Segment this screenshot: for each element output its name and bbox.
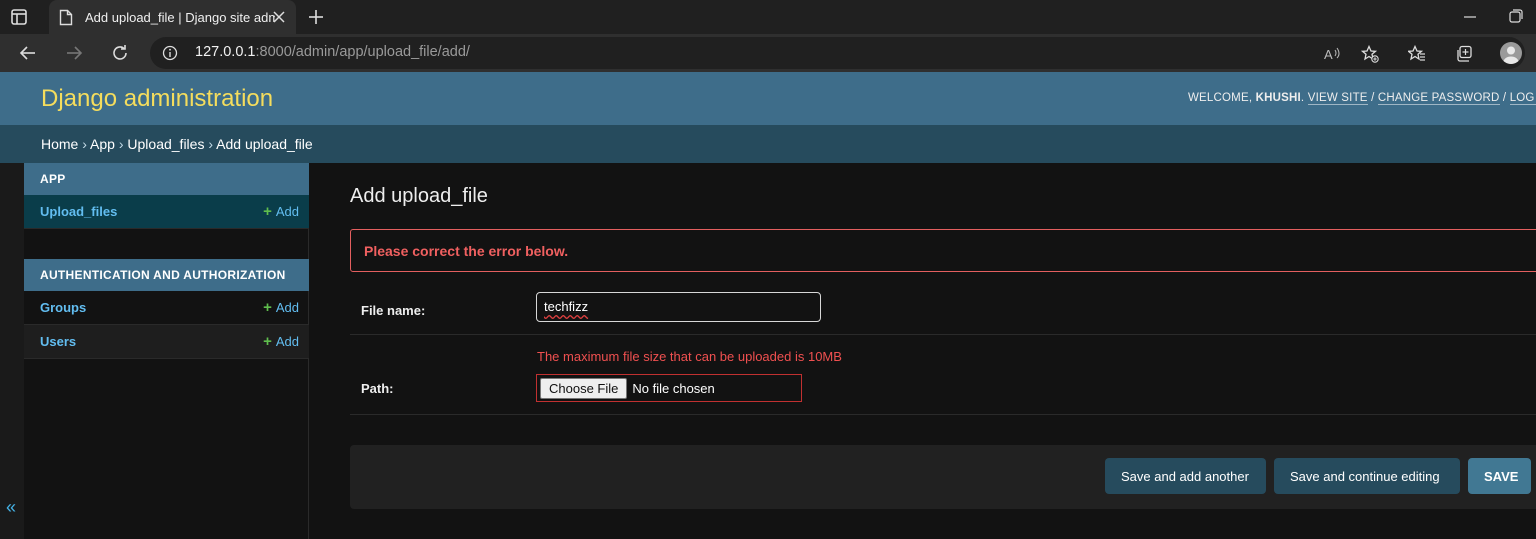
error-note: Please correct the error below. — [350, 229, 1536, 272]
add-plus-icon: + — [263, 203, 272, 220]
view-site-link[interactable]: VIEW SITE — [1307, 92, 1368, 105]
module-app: APP Upload_files + Add — [24, 163, 309, 229]
info-icon[interactable] — [162, 45, 178, 61]
save-and-add-another-button[interactable]: Save and add another — [1105, 458, 1266, 494]
tab-title: Add upload_file | Django site admin — [85, 9, 275, 25]
sidebar-toggle[interactable]: « — [0, 163, 24, 539]
minimize-icon[interactable] — [1463, 10, 1477, 24]
form-row-file-name: File name: — [350, 272, 1536, 335]
model-link[interactable]: Users — [40, 334, 76, 349]
form-row-path: Path: — [350, 335, 1536, 415]
sidebar-item-users: Users + Add — [24, 325, 309, 359]
module-caption[interactable]: AUTHENTICATION AND AUTHORIZATION — [24, 259, 309, 291]
reload-icon[interactable] — [110, 43, 130, 63]
path-label: Path: — [361, 381, 394, 396]
plus-icon[interactable] — [306, 7, 326, 27]
favorite-add-icon[interactable] — [1361, 45, 1379, 63]
admin-header: Django administration WELCOME, KHUSHI. V… — [0, 72, 1536, 125]
logout-link[interactable]: LOG OUT — [1509, 92, 1536, 105]
restore-icon[interactable] — [1508, 8, 1524, 24]
breadcrumb-home[interactable]: Home — [41, 136, 78, 152]
page-title: Add upload_file — [350, 185, 488, 207]
favorites-icon[interactable] — [1408, 45, 1426, 63]
address-field[interactable]: 127.0.0.1:8000/admin/app/upload_file/add… — [150, 37, 1525, 69]
change-password-link[interactable]: CHANGE PASSWORD — [1377, 92, 1500, 105]
sidebar-item-groups: Groups + Add — [24, 291, 309, 325]
browser-tab[interactable]: Add upload_file | Django site admin — [49, 0, 296, 34]
save-and-continue-button[interactable]: Save and continue editing — [1274, 458, 1460, 494]
no-file-text: No file chosen — [632, 380, 715, 396]
model-link[interactable]: Upload_files — [40, 204, 117, 219]
url-text: 127.0.0.1:8000/admin/app/upload_file/add… — [195, 44, 470, 60]
breadcrumb-current: Add upload_file — [216, 136, 313, 152]
sidebar-item-upload-files: Upload_files + Add — [24, 195, 309, 229]
module-auth: AUTHENTICATION AND AUTHORIZATION Groups … — [24, 259, 309, 359]
welcome-text: WELCOME, — [1188, 92, 1253, 104]
breadcrumb-model[interactable]: Upload_files — [127, 136, 204, 152]
profile-icon[interactable] — [1500, 42, 1522, 64]
collections-icon[interactable] — [1455, 45, 1473, 63]
breadcrumb: Home › App › Upload_files › Add upload_f… — [0, 125, 1536, 163]
svg-text:A: A — [1324, 47, 1333, 62]
site-branding[interactable]: Django administration — [41, 85, 273, 113]
file-input[interactable]: Choose File No file chosen — [536, 374, 802, 402]
browser-address-bar: 127.0.0.1:8000/admin/app/upload_file/add… — [0, 34, 1536, 72]
read-aloud-icon[interactable]: A — [1323, 45, 1341, 63]
browser-tab-bar: Add upload_file | Django site admin — [0, 0, 1536, 34]
file-name-label: File name: — [361, 303, 426, 318]
module-caption[interactable]: APP — [24, 163, 309, 195]
collapse-icon[interactable]: « — [6, 497, 16, 518]
nav-sidebar: « APP Upload_files + Add AUTHENTICATION A… — [0, 163, 309, 539]
close-icon[interactable] — [272, 10, 286, 24]
model-link[interactable]: Groups — [40, 300, 86, 315]
path-error: The maximum file size that can be upload… — [537, 349, 842, 364]
add-plus-icon: + — [263, 299, 272, 316]
choose-file-button[interactable]: Choose File — [540, 377, 628, 399]
add-link[interactable]: + Add — [263, 203, 299, 220]
save-button[interactable]: SAVE — [1468, 458, 1531, 494]
username: KHUSHI — [1255, 92, 1301, 104]
submit-row: Save and add another Save and continue e… — [350, 445, 1536, 509]
sidebar-icon[interactable] — [10, 8, 28, 26]
add-plus-icon: + — [263, 333, 272, 350]
forward-icon[interactable] — [64, 43, 84, 63]
back-icon[interactable] — [18, 43, 38, 63]
file-name-field[interactable]: techfizz — [536, 292, 821, 322]
breadcrumb-app[interactable]: App — [90, 136, 115, 152]
add-link[interactable]: + Add — [263, 333, 299, 350]
add-link[interactable]: + Add — [263, 299, 299, 316]
user-tools: WELCOME, KHUSHI. VIEW SITE / CHANGE PASS… — [1188, 92, 1536, 105]
document-icon — [59, 9, 73, 25]
